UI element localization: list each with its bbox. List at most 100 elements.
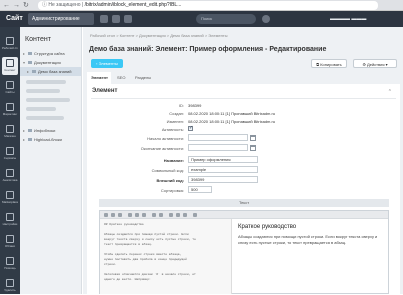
marketing-icon <box>6 103 14 111</box>
menu-item-help[interactable]: Помощь <box>2 255 18 273</box>
menu-item-settings[interactable]: Настройки <box>2 211 18 229</box>
menu-item-cloud[interactable]: Облако <box>2 233 18 251</box>
tree-item-structure[interactable]: ▸ Структура сайта <box>20 49 81 58</box>
settings-icon <box>6 213 14 221</box>
editor-preview: Краткое руководство Абзацы создаются при… <box>233 219 388 294</box>
reload-icon[interactable]: ↻ <box>23 1 29 10</box>
id-label: ID: <box>178 103 184 108</box>
menu-label: Удалить <box>4 288 16 292</box>
markdown-editor[interactable]: ## Краткое руководство Абзацы создаются … <box>99 210 389 294</box>
active-to-input[interactable] <box>188 144 248 151</box>
fullscreen-icon[interactable] <box>183 213 187 217</box>
chevron-right-icon[interactable]: ▸ <box>23 49 25 58</box>
code-label: Символьный код: <box>151 168 184 173</box>
desktop-icon <box>6 37 14 45</box>
menu-item-services[interactable]: Сервисы <box>2 145 18 163</box>
folder-icon <box>32 70 36 73</box>
menu-item-shop[interactable]: Магазин <box>2 123 18 141</box>
source-line: одного до шести. Например: <box>104 278 151 281</box>
tree-item-label: Документация <box>34 60 61 65</box>
heading-icon[interactable] <box>118 213 122 217</box>
chevron-down-icon: ▾ <box>384 62 388 67</box>
chevron-right-icon[interactable]: ▸ <box>23 135 25 144</box>
chevron-down-icon[interactable]: ▾ <box>23 58 25 67</box>
tree-item-label: Структура сайта <box>34 51 65 56</box>
tree-item-highload[interactable]: ▸ Highload-блоки <box>20 135 81 144</box>
services-icon <box>6 147 14 155</box>
menu-item-trash[interactable]: Удалить <box>2 277 18 295</box>
actions-button[interactable]: ⚙ Действия ▾ <box>353 59 397 68</box>
menu-item-sites[interactable]: Сайты <box>2 79 18 97</box>
editor-source[interactable]: ## Краткое руководство Абзацы создаются … <box>100 219 232 294</box>
tab-sections[interactable]: Разделы <box>131 72 159 84</box>
menu-item-content[interactable]: Контент <box>2 57 18 75</box>
arrow-left-icon[interactable]: ← <box>3 1 10 10</box>
cart-icon <box>6 125 14 133</box>
menu-item-marketing[interactable]: Маркетинг <box>2 101 18 119</box>
tab-seo[interactable]: SEO <box>113 72 129 84</box>
name-input[interactable]: Пример оформления <box>188 156 258 163</box>
calendar-icon[interactable] <box>250 145 256 151</box>
image-icon[interactable] <box>159 213 163 217</box>
elements-button-label: Элементы <box>98 61 118 66</box>
sort-label: Сортировка: <box>160 188 184 193</box>
updates-icon[interactable] <box>112 15 120 23</box>
copy-button[interactable]: ⧉ Копировать <box>311 59 347 68</box>
section-title: Элемент <box>92 88 118 94</box>
cloud-icon <box>6 235 14 243</box>
tab-element[interactable]: Элемент <box>87 72 111 84</box>
tree-placeholder <box>26 89 60 93</box>
bookmark-icon[interactable] <box>124 15 132 23</box>
code-input[interactable]: example <box>188 166 258 173</box>
avatar[interactable] <box>262 15 270 23</box>
actions-button-label: Действия <box>367 62 385 67</box>
bold-icon[interactable] <box>104 213 108 217</box>
main-content: Рабочий стол > Контент > Документация > … <box>83 27 403 294</box>
arrow-right-icon[interactable]: → <box>13 1 20 10</box>
tree-item-demo-kb[interactable]: ▸ Демо база знаний <box>20 67 81 76</box>
xml-id-input[interactable]: 398399 <box>188 176 258 183</box>
browser-address-bar: ← → ↻ ⓘ Не защищено | /bitrix/admin/iblo… <box>0 0 403 11</box>
chevron-right-icon[interactable]: ▸ <box>27 67 29 76</box>
menu-item-marketplace[interactable]: Marketplace <box>2 189 18 207</box>
user-name[interactable]: ▬▬▬▬ ▬▬▬ <box>330 13 366 25</box>
tree-placeholder <box>26 98 70 102</box>
folder-icon <box>28 52 32 55</box>
calendar-icon[interactable] <box>250 135 256 141</box>
elements-button[interactable]: ‹ Элементы <box>91 59 123 68</box>
list-icon[interactable] <box>135 213 139 217</box>
menu-item-analytics[interactable]: Аналитика <box>2 167 18 185</box>
chevron-right-icon[interactable]: ▸ <box>23 126 25 135</box>
tree-item-label: Инфоблоки <box>34 128 56 133</box>
active-checkbox[interactable] <box>188 125 193 131</box>
menu-label: Настройки <box>2 222 18 226</box>
analytics-icon <box>6 169 14 177</box>
url-field[interactable]: ⓘ Не защищено | /bitrix/admin/iblock_ele… <box>38 1 378 10</box>
folder-icon <box>28 129 32 132</box>
content-icon <box>6 59 14 67</box>
preview-icon[interactable] <box>169 213 173 217</box>
side-by-side-icon[interactable] <box>176 213 180 217</box>
chevron-up-icon[interactable]: ⌃ <box>388 89 392 95</box>
site-link[interactable]: Сайт <box>6 13 23 25</box>
link-icon[interactable] <box>152 213 156 217</box>
modified-value: 08.02.2020 18:00:11 [1] Пропавший Bitrix… <box>188 119 276 124</box>
admin-mode-button[interactable]: Администрирование <box>28 13 94 25</box>
active-from-input[interactable] <box>188 134 248 141</box>
breadcrumb[interactable]: Рабочий стол > Контент > Документация > … <box>90 33 227 38</box>
search-input[interactable]: Поиск <box>196 14 256 24</box>
help-icon[interactable] <box>193 213 197 217</box>
active-from-label: Начало активности: <box>147 136 184 141</box>
menu-item-desktop[interactable]: Рабочий стол <box>2 35 18 53</box>
quote-icon[interactable] <box>128 213 132 217</box>
sort-input[interactable]: 500 <box>188 186 212 193</box>
ordered-list-icon[interactable] <box>142 213 146 217</box>
folder-icon <box>28 61 32 64</box>
menu-label: Облако <box>4 244 16 248</box>
tree-item-docs[interactable]: ▾ Документация <box>20 58 81 67</box>
security-label: Не защищено <box>48 2 81 8</box>
notifications-icon[interactable] <box>100 15 108 23</box>
italic-icon[interactable] <box>111 213 115 217</box>
tree-item-iblocks[interactable]: ▸ Инфоблоки <box>20 126 81 135</box>
menu-label: Помощь <box>4 266 16 270</box>
